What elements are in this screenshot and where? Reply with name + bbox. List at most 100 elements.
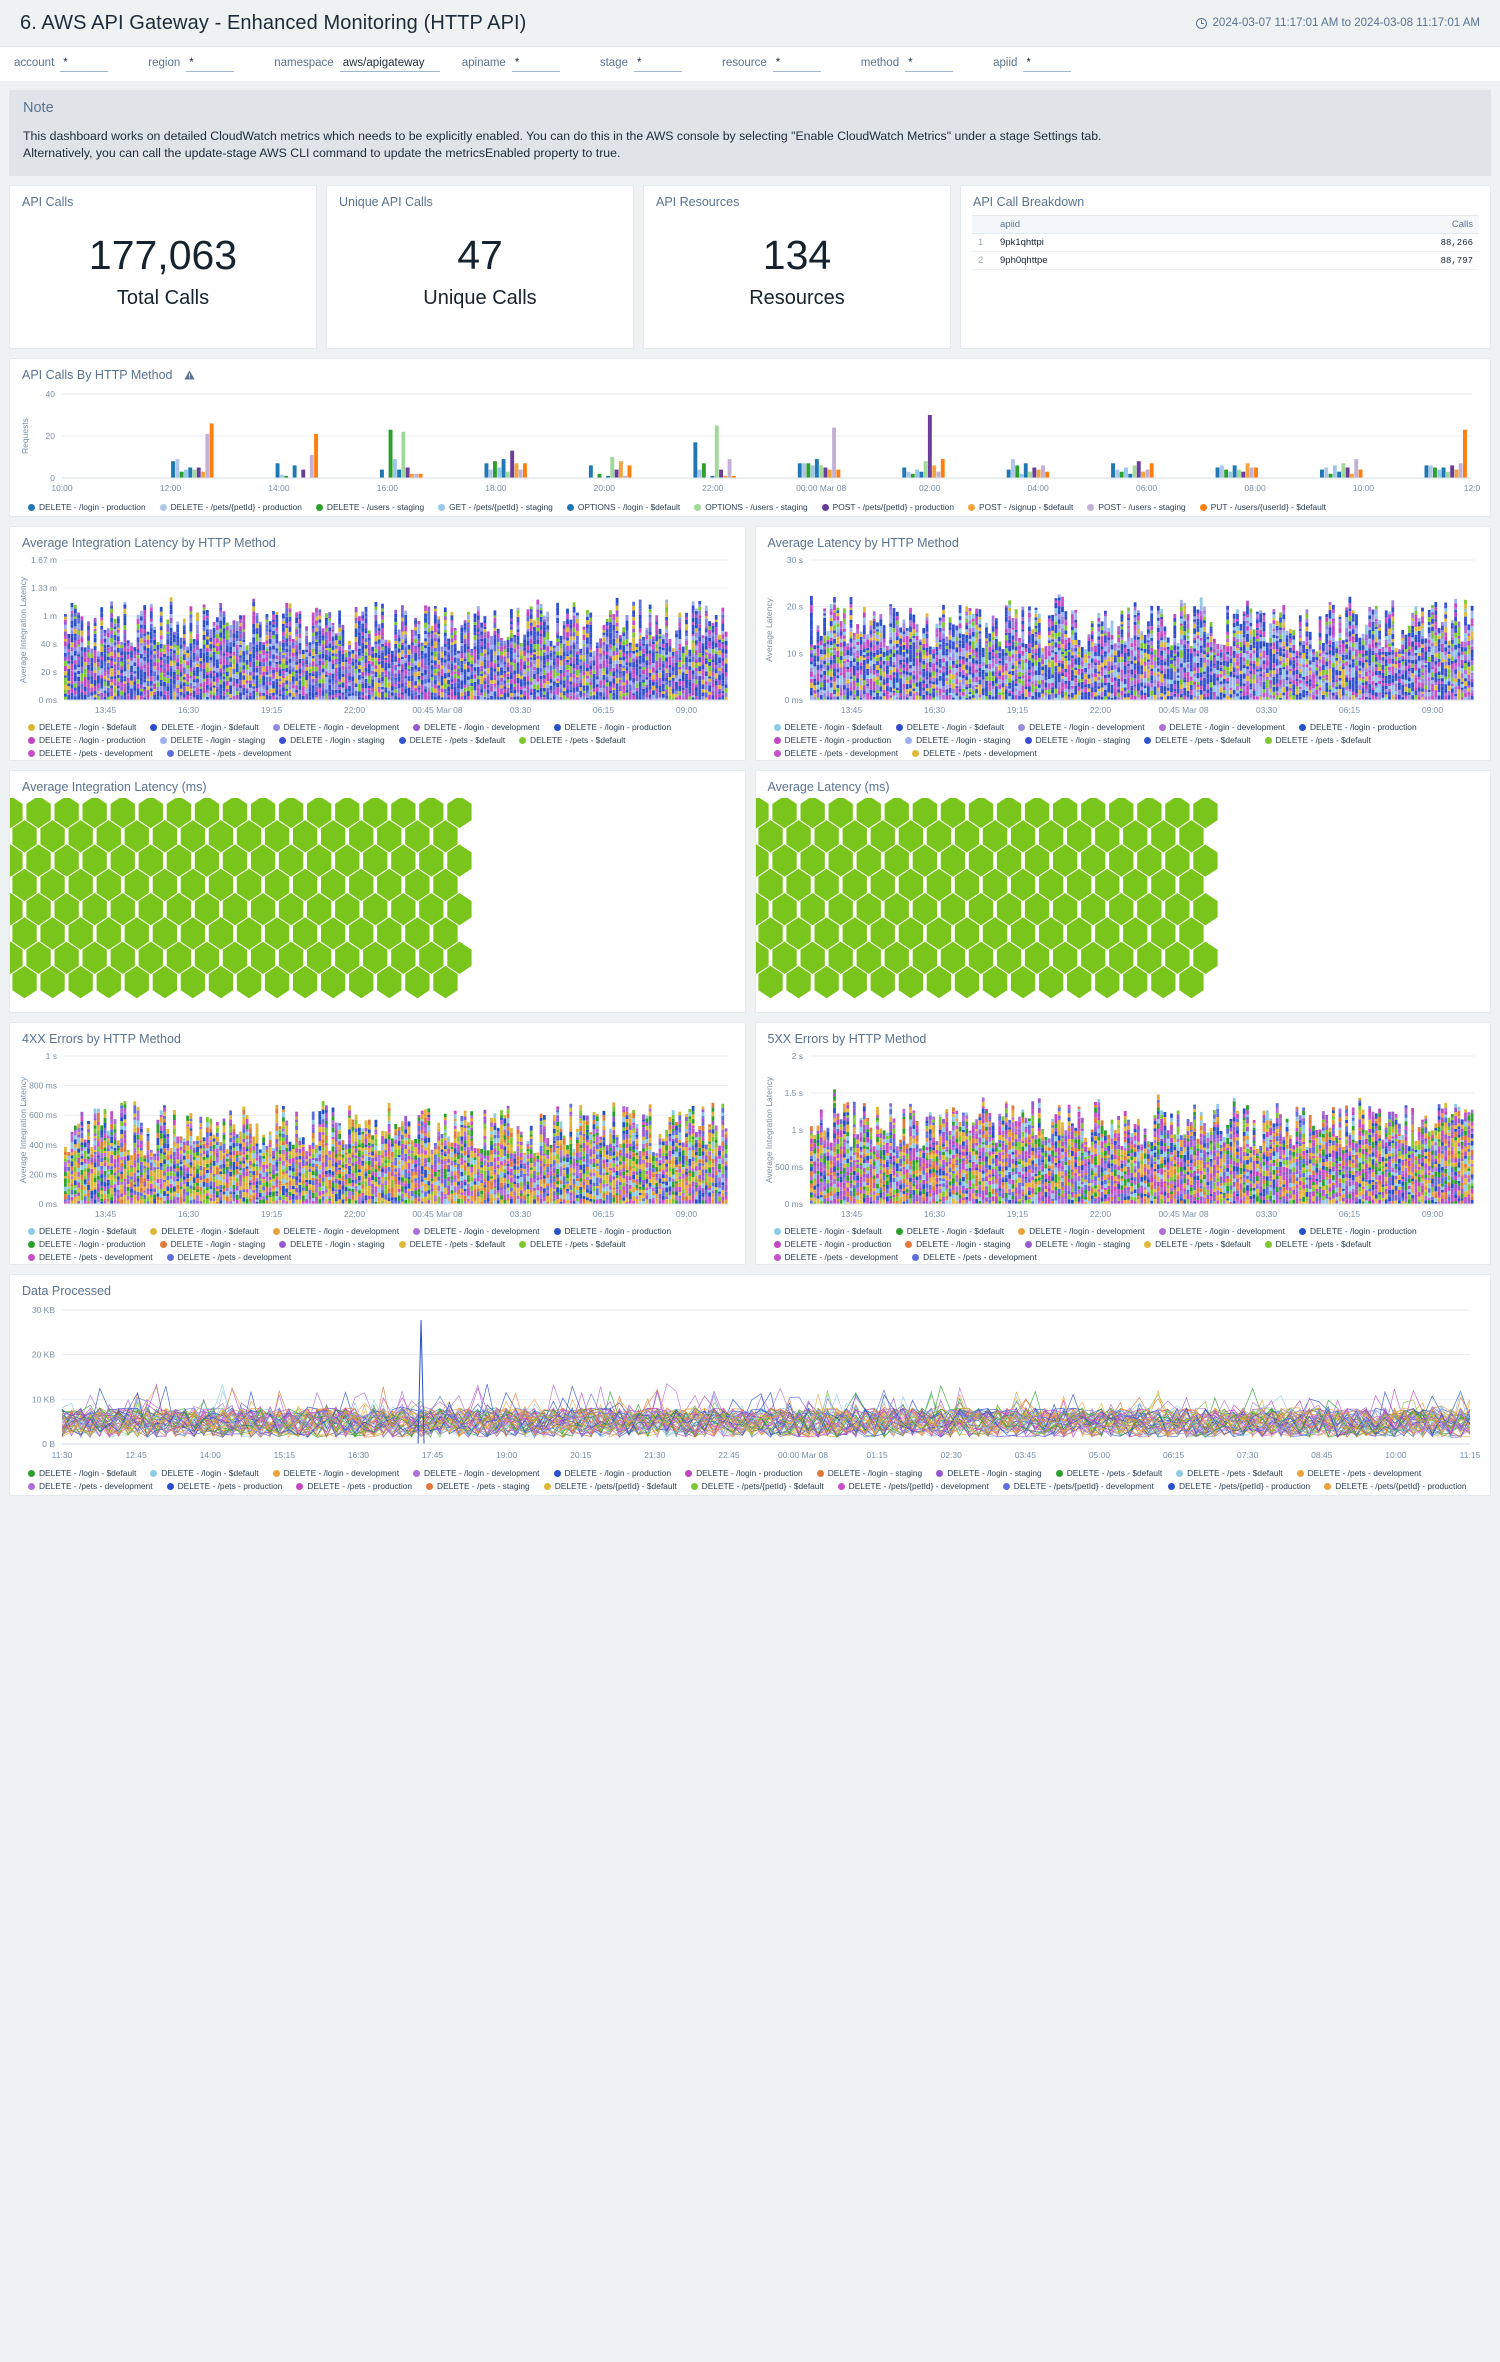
avg-integration-latency-hexgrid[interactable] xyxy=(10,798,745,998)
legend-item[interactable]: DELETE - /pets - $default xyxy=(398,1239,505,1249)
legend-item[interactable]: DELETE - /pets - development xyxy=(166,1252,291,1262)
errors-5xx-chart[interactable]: 0 ms 500 ms 1 s 1.5 s2 s Average Integration… xyxy=(756,1046,1491,1224)
legend-item[interactable]: DELETE - /pets - $default xyxy=(519,735,625,745)
legend-item[interactable]: DELETE - /login - $default xyxy=(28,722,136,732)
legend-item[interactable]: DELETE - /pets - development xyxy=(28,1252,153,1262)
legend-item[interactable]: DELETE - /login - staging xyxy=(905,735,1011,745)
time-range-picker[interactable]: 2024-03-07 11:17:01 AM to 2024-03-08 11:… xyxy=(1195,17,1480,29)
legend-item[interactable]: DELETE - /login - production xyxy=(773,1239,891,1249)
variable-value[interactable]: * xyxy=(633,57,682,72)
legend-item[interactable]: DELETE - /pets/{petId} - production xyxy=(1324,1481,1467,1491)
legend-item[interactable]: DELETE - /login - $default xyxy=(150,1468,259,1478)
legend-item[interactable]: DELETE - /pets/{petId} - production xyxy=(159,502,302,512)
variable-namespace[interactable]: namespace aws/apigateway xyxy=(274,57,440,72)
legend-item[interactable]: DELETE - /pets - $default xyxy=(1144,735,1251,745)
legend-item[interactable]: DELETE - /pets - development xyxy=(28,1481,153,1491)
legend-item[interactable]: DELETE - /login - production xyxy=(1299,1226,1417,1236)
legend-item[interactable]: DELETE - /login - $default xyxy=(895,1226,1004,1236)
legend-item[interactable]: DELETE - /login - $default xyxy=(28,1226,136,1236)
variable-method[interactable]: method * xyxy=(861,57,954,72)
legend-item[interactable]: DELETE - /pets - $default xyxy=(1055,1468,1162,1478)
legend-item[interactable]: DELETE - /login - staging xyxy=(159,735,265,745)
variable-resource[interactable]: resource * xyxy=(722,57,821,72)
legend-item[interactable]: DELETE - /login - staging xyxy=(816,1468,922,1478)
legend-item[interactable]: DELETE - /login - development xyxy=(272,1226,399,1236)
legend-item[interactable]: DELETE - /pets - $default xyxy=(1264,735,1371,745)
variable-account[interactable]: account * xyxy=(14,57,109,72)
legend-item[interactable]: DELETE - /login - production xyxy=(28,502,146,512)
legend-item[interactable]: DELETE - /pets - development xyxy=(166,748,291,758)
legend-item[interactable]: DELETE - /pets - development xyxy=(912,748,1037,758)
legend-item[interactable]: DELETE - /users - staging xyxy=(315,502,424,512)
avg-latency-chart[interactable]: 0 ms 10 s 20 s 30 s Average Latency 13:45 16:3… xyxy=(756,550,1491,720)
table-row[interactable]: 2 9ph0qhttpe 88,797 xyxy=(972,251,1479,270)
avg-integration-latency-chart[interactable]: 0 ms 20 s 40 s 1 m 1.33 m 1.67 m Average Integ… xyxy=(10,550,745,720)
variable-apiname[interactable]: apiname * xyxy=(462,57,560,72)
legend-item[interactable]: DELETE - /login - $default xyxy=(773,722,882,732)
legend-item[interactable]: DELETE - /login - production xyxy=(553,1226,671,1236)
api-calls-chart[interactable]: 0 20 40 Requests 10:00 12:00 14:00 16:00 18:00 20… xyxy=(10,382,1490,500)
legend-item[interactable]: DELETE - /pets - development xyxy=(773,1252,898,1262)
legend-item[interactable]: DELETE - /pets - development xyxy=(773,748,898,758)
legend-item[interactable]: DELETE - /login - staging xyxy=(159,1239,265,1249)
legend-item[interactable]: POST - /signup - $default xyxy=(968,502,1073,512)
legend-item[interactable]: DELETE - /pets - $default xyxy=(1176,1468,1283,1478)
variable-value[interactable]: * xyxy=(905,57,954,72)
table-header-calls[interactable]: Calls xyxy=(1271,215,1479,234)
legend-item[interactable]: DELETE - /pets - $default xyxy=(398,735,505,745)
legend-item[interactable]: DELETE - /login - staging xyxy=(1024,1239,1130,1249)
legend-item[interactable]: OPTIONS - /users - staging xyxy=(694,502,808,512)
variable-value[interactable]: * xyxy=(186,57,235,72)
legend-item[interactable]: DELETE - /login - production xyxy=(28,735,146,745)
legend-item[interactable]: DELETE - /login - development xyxy=(413,1468,540,1478)
legend-item[interactable]: POST - /pets/{petId} - production xyxy=(821,502,954,512)
legend-item[interactable]: DELETE - /login - $default xyxy=(150,1226,259,1236)
legend-item[interactable]: DELETE - /pets - $default xyxy=(1144,1239,1251,1249)
variable-value[interactable]: * xyxy=(511,57,560,72)
variable-apiid[interactable]: apiid * xyxy=(993,57,1072,72)
legend-item[interactable]: DELETE - /login - development xyxy=(413,722,540,732)
legend-item[interactable]: DELETE - /login - development xyxy=(1158,722,1285,732)
legend-item[interactable]: DELETE - /pets - production xyxy=(296,1481,412,1491)
legend-item[interactable]: DELETE - /login - $default xyxy=(895,722,1004,732)
legend-item[interactable]: DELETE - /pets - $default xyxy=(519,1239,625,1249)
data-processed-chart[interactable]: 0 B 10 KB 20 KB 30 KB 11:30 12:45 14:00 15:15 16… xyxy=(10,1298,1490,1466)
variable-value[interactable]: * xyxy=(60,57,109,72)
legend-item[interactable]: DELETE - /login - development xyxy=(272,1468,399,1478)
legend-item[interactable]: DELETE - /login - $default xyxy=(28,1468,136,1478)
legend-item[interactable]: DELETE - /login - production xyxy=(685,1468,803,1478)
legend-item[interactable]: DELETE - /pets/{petId} - $default xyxy=(543,1481,677,1491)
legend-item[interactable]: DELETE - /pets/{petId} - $default xyxy=(690,1481,824,1491)
legend-item[interactable]: DELETE - /pets/{petId} - production xyxy=(1167,1481,1310,1491)
legend-item[interactable]: PUT - /users/{userId} - $default xyxy=(1199,502,1326,512)
legend-item[interactable]: DELETE - /pets - development xyxy=(28,748,153,758)
legend-item[interactable]: POST - /users - staging xyxy=(1087,502,1186,512)
warning-triangle-icon[interactable] xyxy=(184,370,195,380)
legend-item[interactable]: DELETE - /login - development xyxy=(272,722,399,732)
legend-item[interactable]: OPTIONS - /login - $default xyxy=(566,502,680,512)
avg-latency-hexgrid[interactable] xyxy=(755,798,1491,998)
legend-item[interactable]: DELETE - /login - development xyxy=(1018,722,1145,732)
legend-item[interactable]: DELETE - /pets/{petId} - development xyxy=(1002,1481,1154,1491)
legend-item[interactable]: DELETE - /login - staging xyxy=(279,1239,385,1249)
legend-item[interactable]: DELETE - /login - staging xyxy=(1024,735,1130,745)
legend-item[interactable]: DELETE - /login - production xyxy=(1299,722,1417,732)
legend-item[interactable]: GET - /pets/{petId} - staging xyxy=(438,502,553,512)
legend-item[interactable]: DELETE - /login - production xyxy=(28,1239,146,1249)
variable-value[interactable]: * xyxy=(1023,57,1072,72)
legend-item[interactable]: DELETE - /login - $default xyxy=(773,1226,882,1236)
variable-value[interactable]: aws/apigateway xyxy=(339,57,440,72)
variable-value[interactable]: * xyxy=(772,57,821,72)
legend-item[interactable]: DELETE - /login - production xyxy=(773,735,891,745)
legend-item[interactable]: DELETE - /login - staging xyxy=(905,1239,1011,1249)
variable-stage[interactable]: stage * xyxy=(600,57,682,72)
table-header-apiid[interactable]: apiid xyxy=(994,215,1272,234)
legend-item[interactable]: DELETE - /login - development xyxy=(1158,1226,1285,1236)
legend-item[interactable]: DELETE - /pets - $default xyxy=(1264,1239,1371,1249)
legend-item[interactable]: DELETE - /pets - production xyxy=(166,1481,282,1491)
variable-region[interactable]: region * xyxy=(148,57,235,72)
legend-item[interactable]: DELETE - /pets/{petId} - development xyxy=(837,1481,989,1491)
legend-item[interactable]: DELETE - /login - development xyxy=(413,1226,540,1236)
legend-item[interactable]: DELETE - /login - development xyxy=(1018,1226,1145,1236)
legend-item[interactable]: DELETE - /login - staging xyxy=(279,735,385,745)
